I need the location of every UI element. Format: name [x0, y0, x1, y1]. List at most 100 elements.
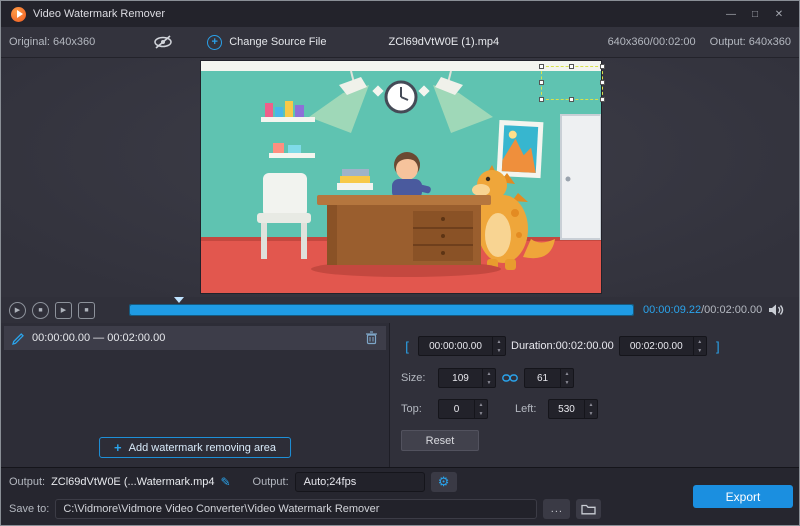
- output-resolution-label: Output: 640x360: [709, 36, 791, 48]
- stepper-down-icon[interactable]: ▼: [694, 346, 706, 355]
- timeline-selected-range: [130, 305, 633, 315]
- area-time-range: 00:00:00.00 — 00:02:00.00: [32, 332, 166, 344]
- stop-button[interactable]: ■: [32, 301, 49, 319]
- play-button[interactable]: ▶: [9, 301, 26, 319]
- resize-handle[interactable]: [600, 80, 605, 85]
- reset-button[interactable]: Reset: [401, 430, 479, 451]
- browse-button[interactable]: ...: [543, 499, 571, 519]
- export-button[interactable]: Export: [693, 485, 793, 508]
- save-to-row: Save to: ...: [1, 496, 799, 522]
- stepper-up-icon[interactable]: ▲: [561, 369, 573, 378]
- stepper-down-icon[interactable]: ▼: [585, 409, 597, 418]
- preview-segment-button[interactable]: ▶: [55, 301, 72, 319]
- height-value: 61: [536, 372, 549, 384]
- save-path-input[interactable]: [55, 499, 538, 519]
- duration-label: Duration:00:02:00.00: [511, 340, 614, 352]
- output-row: Output: ZCl69dVtW0E (...Watermark.mp4 ✎ …: [1, 468, 799, 496]
- output-format-field[interactable]: Auto;24fps: [294, 472, 425, 492]
- titlebar: Video Watermark Remover — □ ✕: [1, 1, 799, 27]
- height-field[interactable]: 61 ▲ ▼: [524, 368, 574, 388]
- left-label: Left:: [515, 403, 537, 415]
- top-label: Top:: [401, 403, 422, 415]
- end-time-field[interactable]: 00:02:00.00 ▲ ▼: [618, 336, 707, 356]
- size-label: Size:: [401, 372, 426, 384]
- add-watermark-area-button[interactable]: + Add watermark removing area: [99, 437, 291, 458]
- resize-handle[interactable]: [539, 97, 544, 102]
- height-stepper: ▲ ▼: [560, 369, 573, 387]
- left-value: 530: [558, 403, 575, 415]
- stepper-up-icon[interactable]: ▲: [493, 337, 505, 346]
- window-title: Video Watermark Remover: [33, 8, 166, 20]
- time-range-row: [ 00:00:00.00 ▲ ▼ Duration:00:02:00.00 0…: [401, 336, 724, 356]
- width-field[interactable]: 109 ▲ ▼: [438, 368, 496, 388]
- video-frame[interactable]: [201, 61, 605, 293]
- gear-icon: ⚙: [437, 474, 450, 489]
- area-pen-icon: [12, 332, 24, 345]
- app-logo-icon: [11, 6, 26, 22]
- maximize-button[interactable]: □: [745, 5, 765, 23]
- stepper-down-icon[interactable]: ▼: [475, 409, 487, 418]
- source-dimensions-duration: 640x360/00:02:00: [607, 36, 696, 48]
- stepper-up-icon[interactable]: ▲: [694, 337, 706, 346]
- add-watermark-area-label: Add watermark removing area: [128, 441, 276, 454]
- time-display: 00:00:09.22/00:02:00.00: [643, 304, 762, 316]
- resize-handle[interactable]: [600, 97, 605, 102]
- set-start-bracket-button[interactable]: [: [401, 339, 413, 354]
- stepper-up-icon[interactable]: ▲: [585, 400, 597, 409]
- window-controls: — □ ✕: [721, 5, 789, 23]
- stepper-down-icon[interactable]: ▼: [483, 378, 495, 387]
- stepper-up-icon[interactable]: ▲: [483, 369, 495, 378]
- resize-handle[interactable]: [569, 97, 574, 102]
- hide-preview-eye-icon[interactable]: [153, 35, 173, 49]
- plus-icon: +: [114, 440, 122, 455]
- close-button[interactable]: ✕: [769, 5, 789, 23]
- delete-area-icon[interactable]: [365, 331, 378, 345]
- start-time-stepper: ▲ ▼: [492, 337, 505, 355]
- total-time: /00:02:00.00: [701, 304, 763, 316]
- position-row: Top: 0 ▲ ▼ Left: 530 ▲ ▼: [401, 399, 598, 419]
- save-to-label: Save to:: [9, 503, 50, 515]
- width-stepper: ▲ ▼: [482, 369, 495, 387]
- timeline-track[interactable]: [129, 297, 634, 316]
- toolbar: Original: 640x360 + Change Source File Z…: [1, 27, 799, 58]
- resize-handle[interactable]: [569, 64, 574, 69]
- top-value: 0: [453, 403, 460, 415]
- frame-stop-button[interactable]: ■: [78, 301, 95, 319]
- transport-bar: ▶ ■ ▶ ■ 00:00:09.22/00:02:00.00: [1, 297, 799, 323]
- link-dimensions-icon[interactable]: [501, 373, 519, 383]
- source-filename: ZCl69dVtW0E (1).mp4: [388, 36, 500, 48]
- watermark-area-list-item[interactable]: 00:00:00.00 — 00:02:00.00: [4, 326, 386, 350]
- resize-handle[interactable]: [600, 64, 605, 69]
- preview-stage: [1, 58, 799, 297]
- current-time: 00:00:09.22: [643, 304, 702, 316]
- plus-icon: +: [207, 34, 223, 50]
- output-filename: ZCl69dVtW0E (...Watermark.mp4: [51, 476, 215, 488]
- resize-handle[interactable]: [539, 64, 544, 69]
- end-time-value: 00:02:00.00: [629, 340, 683, 352]
- change-source-file-button[interactable]: + Change Source File: [207, 34, 326, 50]
- start-time-value: 00:00:00.00: [429, 340, 482, 352]
- output-name-label: Output:: [9, 476, 46, 488]
- rename-pencil-icon[interactable]: ✎: [220, 475, 230, 489]
- watermark-selection-box[interactable]: [539, 64, 605, 102]
- stepper-down-icon[interactable]: ▼: [561, 378, 573, 387]
- app-window: { "titlebar": { "title": "Video Watermar…: [0, 0, 800, 526]
- top-field[interactable]: 0 ▲ ▼: [438, 399, 488, 419]
- folder-icon: [581, 504, 597, 515]
- width-value: 109: [452, 372, 469, 384]
- properties-panel: [ 00:00:00.00 ▲ ▼ Duration:00:02:00.00 0…: [391, 323, 799, 467]
- minimize-button[interactable]: —: [721, 5, 741, 23]
- size-row: Size: 109 ▲ ▼ 61 ▲ ▼: [401, 368, 574, 388]
- start-time-field[interactable]: 00:00:00.00 ▲ ▼: [418, 336, 506, 356]
- top-stepper: ▲ ▼: [474, 400, 487, 418]
- left-field[interactable]: 530 ▲ ▼: [548, 399, 598, 419]
- open-folder-button[interactable]: [576, 499, 602, 519]
- resize-handle[interactable]: [539, 80, 544, 85]
- format-settings-button[interactable]: ⚙: [430, 472, 457, 492]
- volume-icon[interactable]: [768, 303, 784, 317]
- watermark-areas-panel: 00:00:00.00 — 00:02:00.00 + Add watermar…: [1, 323, 390, 467]
- playhead-marker[interactable]: [174, 297, 185, 303]
- stepper-down-icon[interactable]: ▼: [493, 346, 505, 355]
- stepper-up-icon[interactable]: ▲: [475, 400, 487, 409]
- set-end-bracket-button[interactable]: ]: [712, 339, 724, 354]
